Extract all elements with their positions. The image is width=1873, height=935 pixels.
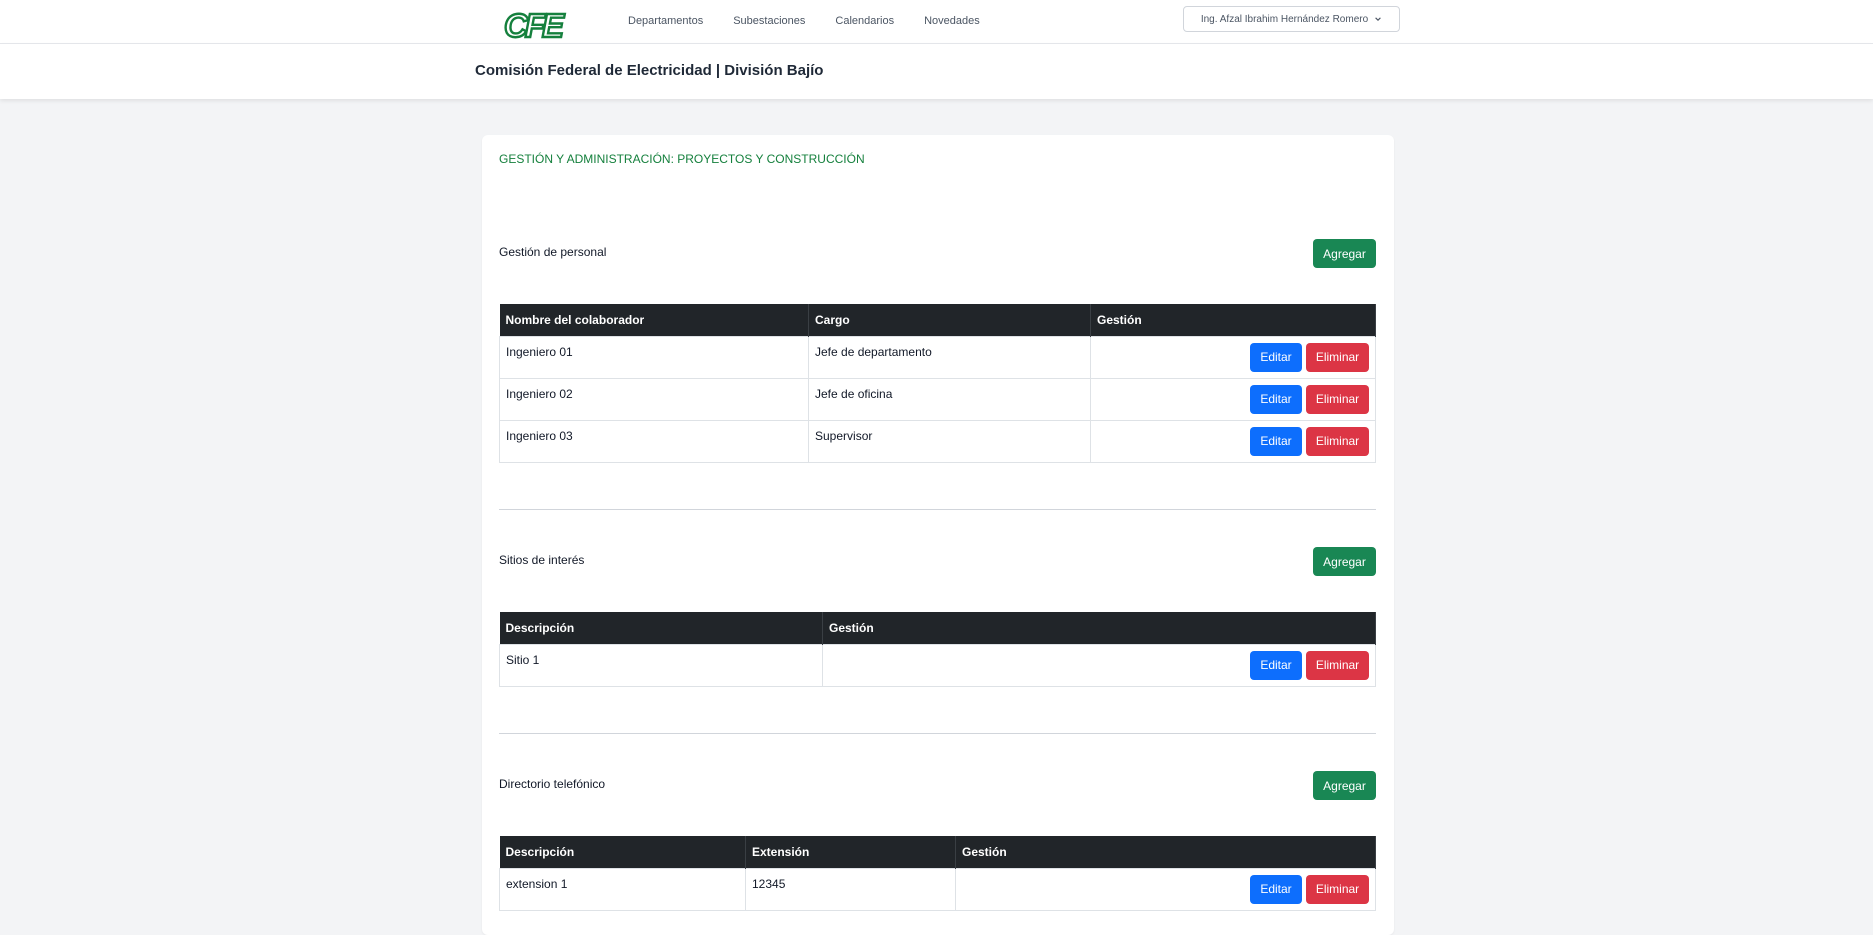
edit-button[interactable]: Editar bbox=[1250, 384, 1302, 414]
delete-button[interactable]: Eliminar bbox=[1306, 426, 1369, 456]
column-header: Extensión bbox=[745, 836, 956, 868]
directorio-section-title: Directorio telefónico bbox=[499, 777, 606, 791]
column-header: Gestión bbox=[822, 612, 1376, 644]
page-title: Comisión Federal de Electricidad | Divis… bbox=[475, 62, 824, 79]
delete-button[interactable]: Eliminar bbox=[1306, 650, 1369, 680]
delete-button[interactable]: Eliminar bbox=[1306, 342, 1369, 372]
table-row: Ingeniero 02 Jefe de oficina Editar Elimi… bbox=[499, 377, 1376, 421]
cell-role: Supervisor bbox=[808, 419, 1091, 463]
cell-actions: Editar Eliminar bbox=[1090, 335, 1376, 379]
nav-departamentos[interactable]: Departamentos bbox=[628, 15, 703, 27]
column-header: Cargo bbox=[808, 304, 1091, 336]
directorio-add-button[interactable]: Agregar bbox=[1313, 771, 1376, 800]
cell-role: Jefe de departamento bbox=[808, 335, 1091, 379]
cell-extension: 12345 bbox=[745, 867, 956, 911]
table-header-row: Descripción Extensión Gestión bbox=[499, 836, 1376, 868]
chevron-down-icon bbox=[1375, 17, 1381, 21]
section-divider bbox=[499, 509, 1376, 510]
logo-text: CFE bbox=[504, 7, 565, 42]
table-header-row: Nombre del colaborador Cargo Gestión bbox=[499, 304, 1376, 336]
sitios-table: Descripción Gestión Sitio 1 Editar Elimin… bbox=[499, 612, 1376, 687]
user-menu-label: Ing. Afzal Ibrahim Hernández Romero bbox=[1200, 13, 1369, 25]
nav-subestaciones[interactable]: Subestaciones bbox=[733, 15, 805, 27]
column-header: Descripción bbox=[499, 836, 746, 868]
personal-section-title: Gestión de personal bbox=[499, 245, 607, 259]
top-navbar: CFE Departamentos Subestaciones Calendar… bbox=[0, 0, 1873, 45]
main-nav: Departamentos Subestaciones Calendarios … bbox=[628, 0, 980, 42]
table-row: Ingeniero 01 Jefe de departamento Editar… bbox=[499, 335, 1376, 379]
edit-button[interactable]: Editar bbox=[1250, 874, 1302, 904]
table-header-row: Descripción Gestión bbox=[499, 612, 1376, 644]
cell-description: extension 1 bbox=[499, 867, 746, 911]
delete-button[interactable]: Eliminar bbox=[1306, 874, 1369, 904]
edit-button[interactable]: Editar bbox=[1250, 426, 1302, 456]
table-row: extension 1 12345 Editar Eliminar bbox=[499, 867, 1376, 911]
cell-actions: Editar Eliminar bbox=[1090, 419, 1376, 463]
nav-calendarios[interactable]: Calendarios bbox=[835, 15, 894, 27]
personal-table: Nombre del colaborador Cargo Gestión Ing… bbox=[499, 304, 1376, 463]
table-row: Ingeniero 03 Supervisor Editar Eliminar bbox=[499, 419, 1376, 463]
table-row: Sitio 1 Editar Eliminar bbox=[499, 643, 1376, 687]
section-title: GESTIÓN Y ADMINISTRACIÓN: PROYECTOS Y CO… bbox=[499, 152, 865, 166]
cfe-logo[interactable]: CFE bbox=[502, 6, 569, 45]
sitios-section-title: Sitios de interés bbox=[499, 553, 585, 567]
column-header: Gestión bbox=[1090, 304, 1376, 336]
directorio-table: Descripción Extensión Gestión extension … bbox=[499, 836, 1376, 911]
edit-button[interactable]: Editar bbox=[1250, 342, 1302, 372]
column-header: Descripción bbox=[499, 612, 823, 644]
cell-actions: Editar Eliminar bbox=[1090, 377, 1376, 421]
cell-actions: Editar Eliminar bbox=[822, 643, 1376, 687]
delete-button[interactable]: Eliminar bbox=[1306, 384, 1369, 414]
cell-name: Ingeniero 01 bbox=[499, 335, 809, 379]
cell-actions: Editar Eliminar bbox=[955, 867, 1376, 911]
main-card: GESTIÓN Y ADMINISTRACIÓN: PROYECTOS Y CO… bbox=[482, 135, 1394, 935]
cell-name: Ingeniero 03 bbox=[499, 419, 809, 463]
sitios-add-button[interactable]: Agregar bbox=[1313, 547, 1376, 576]
user-menu-dropdown[interactable]: Ing. Afzal Ibrahim Hernández Romero bbox=[1183, 6, 1400, 32]
column-header: Gestión bbox=[955, 836, 1376, 868]
cell-description: Sitio 1 bbox=[499, 643, 823, 687]
column-header: Nombre del colaborador bbox=[499, 304, 809, 336]
nav-novedades[interactable]: Novedades bbox=[924, 15, 980, 27]
page-header: Comisión Federal de Electricidad | Divis… bbox=[0, 44, 1873, 99]
section-divider bbox=[499, 733, 1376, 734]
edit-button[interactable]: Editar bbox=[1250, 650, 1302, 680]
cell-name: Ingeniero 02 bbox=[499, 377, 809, 421]
personal-add-button[interactable]: Agregar bbox=[1313, 239, 1376, 268]
cell-role: Jefe de oficina bbox=[808, 377, 1091, 421]
